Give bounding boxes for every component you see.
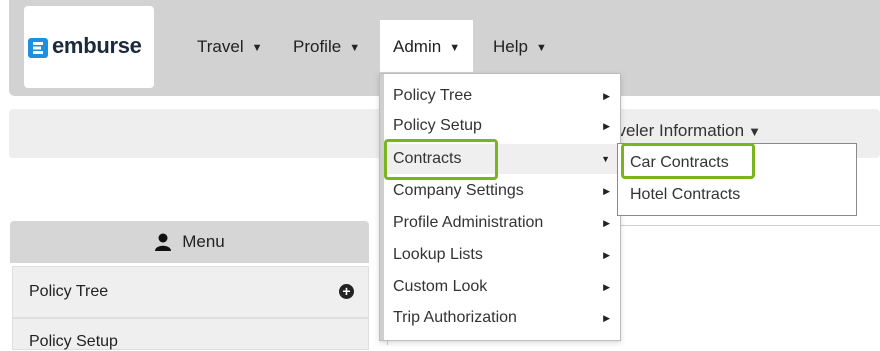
side-item-policy-tree[interactable]: Policy Tree + [12,266,369,318]
nav-help-label: Help [493,37,528,56]
nav-profile-label: Profile [293,37,342,56]
admin-menu-item-profile-administration[interactable]: Profile Administration ▶ [384,208,620,238]
nav-travel[interactable]: Travel ▼ [197,20,263,72]
admin-menu-item-trip-authorization[interactable]: Trip Authorization ▶ [384,303,620,333]
nav-help[interactable]: Help ▼ [493,20,547,72]
caret-down-icon: ▼ [535,41,547,54]
caret-down-icon: ▼ [251,41,263,54]
admin-dropdown-menu: Policy Tree ▶ Policy Setup ▶ Contracts ▼ Co… [379,73,621,341]
caret-right-icon: ▶ [603,282,610,292]
admin-menu-item-company-settings[interactable]: Company Settings ▶ [384,176,620,206]
caret-right-icon: ▶ [603,250,610,260]
plus-circle-icon[interactable]: + [339,284,354,299]
car-contracts-highlight-box [621,143,755,179]
menu-item-label: Policy Tree [393,87,473,104]
caret-down-icon: ▼ [748,124,761,139]
admin-menu-item-custom-look[interactable]: Custom Look ▶ [384,272,620,302]
nav-admin-label: Admin [393,37,442,56]
menu-item-label: Profile Administration [393,214,544,231]
submenu-item-label: Hotel Contracts [630,186,741,203]
menu-item-label: Trip Authorization [393,309,517,326]
traveler-information-toggle[interactable]: aveler Information ▼ [608,121,761,141]
traveler-information-label: aveler Information [608,121,745,140]
caret-right-icon: ▶ [603,218,610,228]
side-item-policy-setup[interactable]: Policy Setup [12,318,369,350]
nav-profile[interactable]: Profile ▼ [293,20,360,72]
side-item-label: Policy Setup [29,333,118,350]
menu-item-label: Policy Setup [393,117,482,134]
nav-travel-label: Travel [197,37,244,56]
nav-admin[interactable]: Admin ▼ [380,20,474,72]
submenu-item-hotel-contracts[interactable]: Hotel Contracts [630,186,740,204]
admin-menu-item-policy-setup[interactable]: Policy Setup ▶ [384,111,620,141]
caret-right-icon: ▶ [603,186,610,196]
contracts-highlight-box [384,139,498,180]
menu-item-label: Lookup Lists [393,246,483,263]
caret-right-icon: ▶ [603,91,610,101]
logo[interactable]: emburse [24,6,154,88]
admin-menu-item-policy-tree[interactable]: Policy Tree ▶ [384,81,620,111]
caret-right-icon: ▶ [603,313,610,323]
caret-right-icon: ▶ [603,121,610,131]
caret-down-icon: ▼ [601,154,610,164]
caret-down-icon: ▼ [449,41,461,54]
brand-name: emburse [52,33,142,58]
caret-down-icon: ▼ [349,41,361,54]
user-icon [155,233,172,251]
side-item-label: Policy Tree [29,283,109,300]
side-menu-title: Menu [182,232,225,251]
admin-menu-item-lookup-lists[interactable]: Lookup Lists ▶ [384,240,620,270]
menu-item-label: Custom Look [393,278,488,295]
emburse-logo-icon [28,38,48,58]
side-menu-header[interactable]: Menu [10,221,369,263]
menu-item-label: Company Settings [393,182,524,199]
